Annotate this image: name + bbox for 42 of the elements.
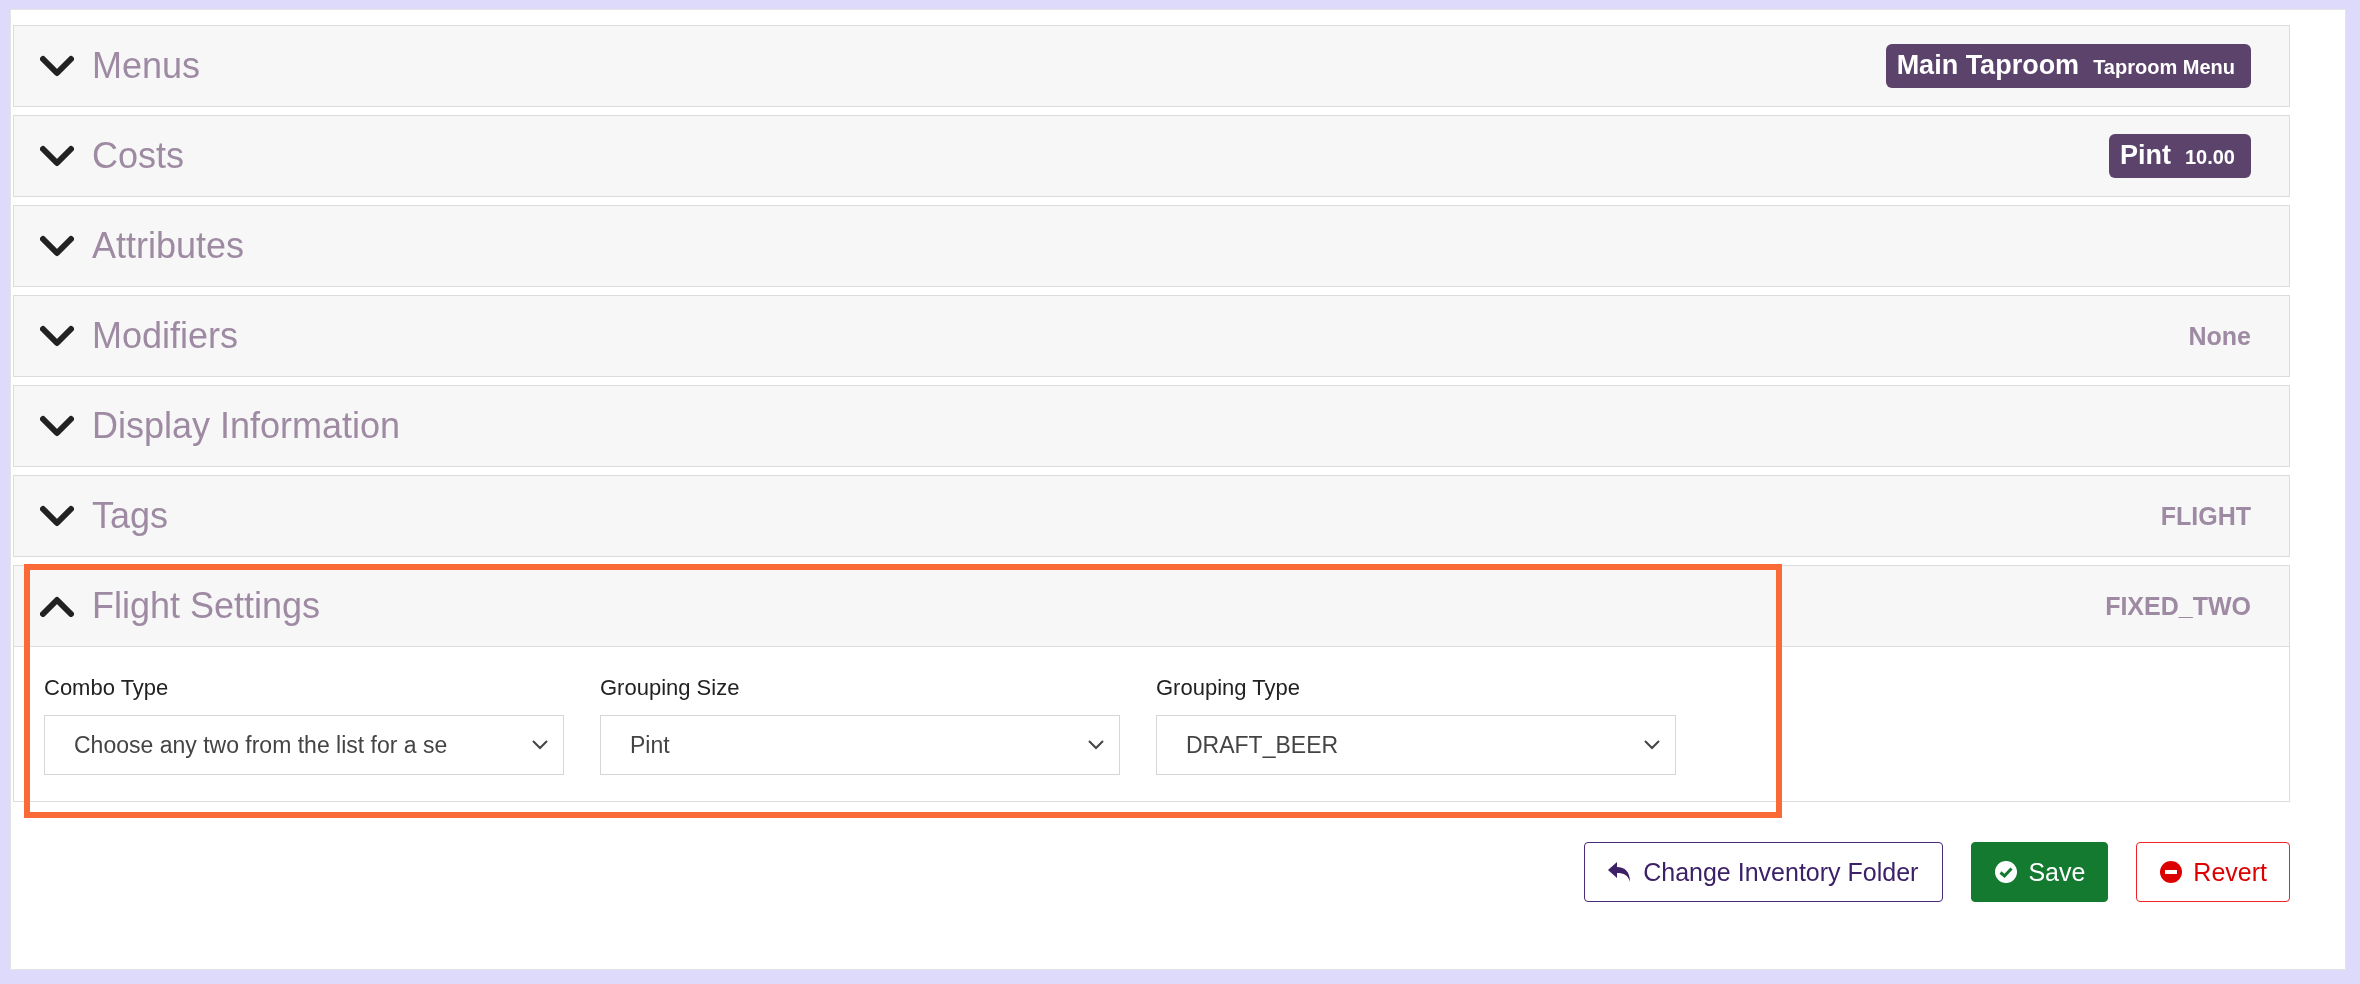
section-title: Display Information: [92, 405, 402, 447]
caret-icon: [531, 739, 549, 751]
section-title: Tags: [92, 495, 170, 537]
check-circle-icon: [1994, 860, 2019, 884]
minus-circle-icon: [2159, 860, 2184, 884]
save-button[interactable]: Save: [1971, 842, 2109, 902]
accordion-header[interactable]: Attributes: [14, 206, 2289, 286]
chevron-down-icon[interactable]: [40, 145, 74, 167]
caret-icon: [1643, 739, 1661, 751]
chevron-up-icon[interactable]: [40, 595, 74, 617]
section-title: Modifiers: [92, 315, 240, 357]
accordion-header[interactable]: Tags FLIGHT: [14, 476, 2289, 556]
chevron-down-icon[interactable]: [40, 325, 74, 347]
field-label: Combo Type: [44, 675, 170, 701]
summary-text: FLIGHT: [2160, 501, 2251, 531]
select-field[interactable]: Choose any two from the list for a se: [44, 715, 564, 775]
revert-button[interactable]: Revert: [2136, 842, 2290, 902]
caret-icon: [1087, 739, 1105, 751]
select-field[interactable]: Pint: [600, 715, 1120, 775]
change-folder-button[interactable]: Change Inventory Folder: [1584, 842, 1944, 902]
select-field[interactable]: DRAFT_BEER: [1156, 715, 1676, 775]
summary-text: FIXED_TWO: [2105, 591, 2251, 621]
section-title: Flight Settings: [92, 585, 322, 627]
accordion-header[interactable]: Modifiers None: [14, 296, 2289, 376]
chevron-down-icon[interactable]: [40, 415, 74, 437]
badge-primary-text: Main Taproom: [1896, 50, 2080, 81]
chevron-down-icon[interactable]: [40, 235, 74, 257]
section-title: Attributes: [92, 225, 246, 267]
field-label: Grouping Size: [600, 675, 741, 701]
accordion-header[interactable]: Display Information: [14, 386, 2289, 466]
accordion-header[interactable]: Costs Pint 10.00: [14, 116, 2289, 196]
section-title: Costs: [92, 135, 186, 177]
badge-primary-text: Pint: [2119, 140, 2171, 171]
badge-secondary-text: Taproom Menu: [2093, 56, 2235, 79]
badge-secondary-text: 10.00: [2184, 146, 2235, 169]
accordion-header[interactable]: Flight Settings FIXED_TWO: [14, 566, 2289, 647]
chevron-down-icon[interactable]: [40, 55, 74, 77]
section-title: Menus: [92, 45, 202, 87]
accordion-header[interactable]: Menus Main Taproom Taproom Menu: [14, 26, 2289, 106]
summary-text: None: [2188, 321, 2251, 351]
field-label: Grouping Type: [1156, 675, 1301, 701]
chevron-down-icon[interactable]: [40, 505, 74, 527]
